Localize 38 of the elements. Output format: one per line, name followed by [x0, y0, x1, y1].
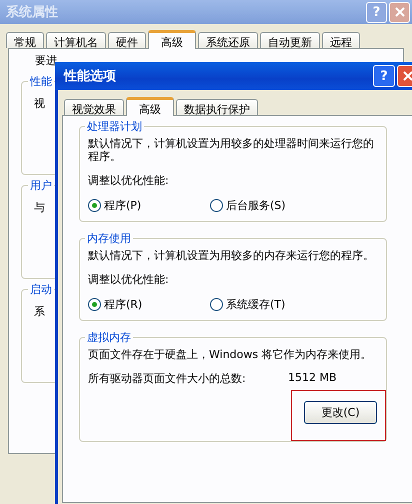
change-button[interactable]: 更改(C): [304, 401, 377, 424]
tab[interactable]: 硬件: [108, 32, 146, 48]
tab[interactable]: 系统还原: [198, 32, 258, 48]
group-title: 内存使用: [85, 231, 133, 246]
description-text: 默认情况下，计算机设置为用较多的内存来运行您的程序。: [88, 249, 375, 262]
total-label: 所有驱动器页面文件大小的总数:: [88, 371, 247, 386]
group-text: 与: [34, 200, 45, 215]
total-value: 1512 MB: [288, 371, 337, 386]
group-title: 性能: [28, 74, 54, 89]
group-title: 虚拟内存: [85, 330, 133, 345]
description-text: 默认情况下，计算机设置为用较多的处理器时间来运行您的程序。: [88, 137, 375, 163]
close-icon: [403, 71, 412, 81]
description-text: 页面文件存在于硬盘上，Windows 将它作为内存来使用。: [88, 348, 373, 361]
tab[interactable]: 高级: [126, 97, 174, 116]
close-button[interactable]: [389, 2, 410, 22]
group-title: 启动: [28, 282, 54, 297]
radio-option[interactable]: 程序(R): [88, 297, 210, 312]
prompt-label: 调整以优化性能:: [88, 173, 170, 188]
tab[interactable]: 常规: [6, 32, 44, 48]
prompt-label: 调整以优化性能:: [88, 272, 170, 287]
radio-option[interactable]: 后台服务(S): [210, 198, 332, 213]
dialog-title: 性能选项: [64, 68, 117, 85]
radio-option[interactable]: 系统缓存(T): [210, 297, 332, 312]
radio-option[interactable]: 程序(P): [88, 198, 210, 213]
tab[interactable]: 视觉效果: [64, 99, 124, 115]
group-title: 用户: [28, 178, 54, 193]
window-title: 系统属性: [6, 4, 59, 21]
help-button[interactable]: ?: [373, 65, 395, 87]
tab[interactable]: 高级: [148, 30, 196, 49]
tab[interactable]: 数据执行保护: [176, 99, 258, 115]
group-text: 视: [34, 96, 45, 111]
notice-text: 要进: [35, 53, 57, 69]
group-text: 系: [34, 304, 45, 319]
tab[interactable]: 自动更新: [260, 32, 320, 48]
group-title: 处理器计划: [85, 119, 144, 134]
tab[interactable]: 计算机名: [46, 32, 106, 48]
close-icon: [394, 7, 404, 17]
tab[interactable]: 远程: [322, 32, 360, 48]
